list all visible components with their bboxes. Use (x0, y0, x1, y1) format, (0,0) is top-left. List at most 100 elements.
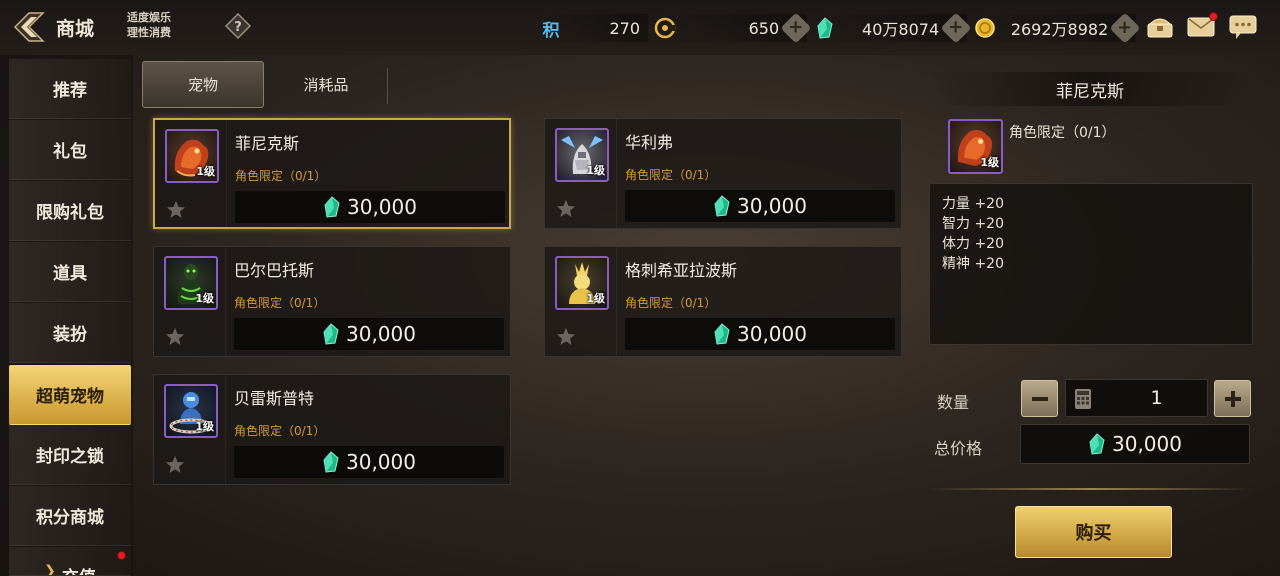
pet-thumbnail: 1级 (555, 256, 609, 310)
help-icon[interactable]: ? (224, 12, 252, 40)
pet-thumbnail: 1级 (164, 384, 218, 438)
sidebar-item-points-shop[interactable]: 积分商城 (9, 486, 131, 546)
sidebar-item-label: 限购礼包 (36, 203, 104, 223)
sidebar-item-label: 充值 (62, 563, 96, 575)
points-display: 积 270 (538, 14, 648, 42)
favorite-star-icon[interactable] (556, 327, 576, 347)
sidebar-item-items[interactable]: 道具 (9, 242, 131, 302)
price-value: 30,000 (737, 322, 807, 346)
tab-divider (387, 68, 388, 104)
notice-line-1: 适度娱乐 (127, 11, 171, 24)
pet-level: 1级 (195, 292, 214, 305)
pet-thumbnail: 1级 (555, 128, 609, 182)
detail-purchase-limit: 角色限定（0/1） (1009, 125, 1116, 141)
buy-button[interactable]: 购买 (1015, 506, 1172, 558)
purchase-limit: 角色限定（0/1） (235, 169, 327, 183)
total-price-label: 总价格 (934, 439, 983, 458)
product-card[interactable]: 1级 菲尼克斯 角色限定（0/1） 30,000 (153, 118, 511, 229)
sidebar-item-label: 封印之锁 (36, 447, 104, 467)
card-divider (225, 375, 226, 484)
price-tag: 30,000 (234, 446, 504, 478)
recharge-notification-dot (117, 551, 126, 560)
product-card[interactable]: 1级 巴尔巴托斯 角色限定（0/1） 30,000 (153, 246, 511, 357)
pet-level: 1级 (586, 164, 605, 177)
sidebar-item-packages[interactable]: 礼包 (9, 120, 131, 180)
sidebar-item-label: 装扮 (53, 325, 87, 345)
sidebar-item-label: 积分商城 (36, 508, 104, 528)
points-icon: 积 (542, 20, 560, 41)
product-card[interactable]: 1级 华利弗 角色限定（0/1） 30,000 (544, 118, 902, 229)
pet-level: 1级 (195, 420, 214, 433)
product-name: 格刺希亚拉波斯 (625, 261, 738, 280)
price-value: 30,000 (346, 322, 416, 346)
product-card[interactable]: 1级 格刺希亚拉波斯 角色限定（0/1） 30,000 (544, 246, 902, 357)
quantity-value: 1 (1150, 387, 1163, 409)
stat-line: 精神 +20 (942, 256, 1004, 272)
mail-notification-dot (1209, 12, 1218, 21)
gold-c-display: 650 + (652, 12, 812, 44)
gold-c-coin-icon (652, 17, 678, 39)
calculator-icon[interactable] (1074, 388, 1092, 410)
sidebar-item-seal-lock[interactable]: 封印之锁 (9, 425, 131, 485)
sidebar-item-limited-packages[interactable]: 限购礼包 (9, 181, 131, 241)
quantity-stepper[interactable]: 1 (1065, 379, 1208, 417)
price-tag: 30,000 (625, 318, 895, 350)
card-divider (616, 119, 617, 228)
stat-line: 智力 +20 (942, 216, 1004, 232)
add-gold-button[interactable]: + (1109, 12, 1141, 44)
back-arrow-icon (8, 6, 50, 48)
back-button[interactable]: 商城 (8, 4, 120, 50)
tab-consumables[interactable]: 消耗品 (265, 61, 387, 108)
recharge-icon: ❯ (44, 563, 56, 576)
detail-title: 菲尼克斯 (930, 72, 1250, 106)
green-crystal-icon (714, 195, 730, 217)
stat-line: 力量 +20 (942, 196, 1004, 212)
add-gold-c-button[interactable]: + (780, 12, 812, 44)
product-name: 菲尼克斯 (235, 134, 300, 153)
sidebar-item-recharge[interactable]: ❯ 充值 (9, 547, 131, 576)
sidebar-item-label: 推荐 (53, 81, 87, 101)
purchase-limit: 角色限定（0/1） (234, 424, 326, 438)
gold-display: 2692万8982 + (972, 12, 1141, 44)
price-tag: 30,000 (235, 191, 505, 223)
tab-label: 消耗品 (303, 76, 349, 94)
svg-text:?: ? (234, 20, 242, 35)
increase-quantity-button[interactable] (1214, 380, 1251, 417)
sidebar-item-label: 礼包 (53, 142, 87, 162)
page-title: 商城 (56, 17, 95, 40)
total-price-value: 30,000 (1112, 432, 1182, 456)
chat-icon[interactable] (1228, 12, 1258, 42)
product-card[interactable]: 1级 贝雷斯普特 角色限定（0/1） 30,000 (153, 374, 511, 485)
card-divider (226, 120, 227, 227)
detail-pet-thumbnail: 1级 (948, 119, 1003, 174)
notice-line-2: 理性消费 (127, 26, 171, 39)
sidebar-item-label: 道具 (53, 264, 87, 284)
quantity-label: 数量 (937, 393, 970, 412)
purchase-limit: 角色限定（0/1） (625, 168, 717, 182)
product-name: 华利弗 (625, 133, 674, 152)
mail-icon[interactable] (1186, 12, 1218, 42)
decrease-quantity-button[interactable] (1021, 380, 1058, 417)
favorite-star-icon[interactable] (165, 455, 185, 475)
purchase-limit: 角色限定（0/1） (625, 296, 717, 310)
pet-level: 1级 (586, 292, 605, 305)
sidebar-item-label: 超萌宠物 (36, 387, 104, 407)
treasure-chest-icon[interactable] (1145, 12, 1175, 42)
sidebar-item-costumes[interactable]: 装扮 (9, 303, 131, 363)
pet-thumbnail: 1级 (165, 129, 219, 183)
favorite-star-icon[interactable] (165, 327, 185, 347)
price-tag: 30,000 (625, 190, 895, 222)
favorite-star-icon[interactable] (556, 199, 576, 219)
price-value: 30,000 (346, 450, 416, 474)
tab-pets[interactable]: 宠物 (142, 61, 264, 108)
total-price-field: 30,000 (1020, 424, 1250, 464)
purchase-limit: 角色限定（0/1） (234, 296, 326, 310)
sidebar-item-pets[interactable]: 超萌宠物 (9, 365, 131, 425)
points-value: 270 (609, 18, 640, 38)
favorite-star-icon[interactable] (166, 200, 186, 220)
green-crystal-icon (324, 196, 340, 218)
gold-c-value: 650 (748, 18, 780, 38)
sidebar-item-recommended[interactable]: 推荐 (9, 59, 131, 119)
add-crystal-button[interactable]: + (940, 12, 972, 44)
price-tag: 30,000 (234, 318, 504, 350)
